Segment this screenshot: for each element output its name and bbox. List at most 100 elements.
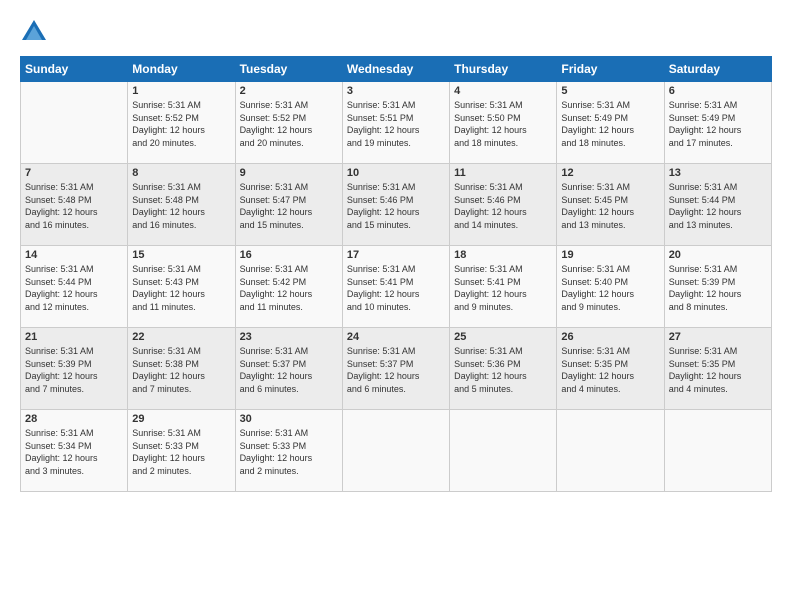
calendar-week-row: 21 Sunrise: 5:31 AM Sunset: 5:39 PM Dayli… bbox=[21, 328, 772, 410]
day-info: Sunrise: 5:31 AM Sunset: 5:43 PM Dayligh… bbox=[132, 263, 230, 313]
day-number: 19 bbox=[561, 249, 659, 261]
day-number: 1 bbox=[132, 85, 230, 97]
header bbox=[20, 18, 772, 46]
calendar-cell: 19 Sunrise: 5:31 AM Sunset: 5:40 PM Dayli… bbox=[557, 246, 664, 328]
day-number: 12 bbox=[561, 167, 659, 179]
day-number: 5 bbox=[561, 85, 659, 97]
calendar-cell: 13 Sunrise: 5:31 AM Sunset: 5:44 PM Dayli… bbox=[664, 164, 771, 246]
day-number: 25 bbox=[454, 331, 552, 343]
weekday-header: Friday bbox=[557, 57, 664, 82]
day-info: Sunrise: 5:31 AM Sunset: 5:47 PM Dayligh… bbox=[240, 181, 338, 231]
day-number: 23 bbox=[240, 331, 338, 343]
day-info: Sunrise: 5:31 AM Sunset: 5:52 PM Dayligh… bbox=[240, 99, 338, 149]
logo-icon bbox=[20, 18, 48, 46]
day-info: Sunrise: 5:31 AM Sunset: 5:48 PM Dayligh… bbox=[25, 181, 123, 231]
day-info: Sunrise: 5:31 AM Sunset: 5:42 PM Dayligh… bbox=[240, 263, 338, 313]
day-info: Sunrise: 5:31 AM Sunset: 5:39 PM Dayligh… bbox=[25, 345, 123, 395]
weekday-header: Thursday bbox=[450, 57, 557, 82]
calendar-cell: 11Sunrise: 5:31 AM Sunset: 5:46 PM Dayli… bbox=[450, 164, 557, 246]
calendar-cell: 12 Sunrise: 5:31 AM Sunset: 5:45 PM Dayli… bbox=[557, 164, 664, 246]
calendar-cell bbox=[557, 410, 664, 492]
weekday-header: Wednesday bbox=[342, 57, 449, 82]
calendar-cell bbox=[664, 410, 771, 492]
calendar-cell: 1Sunrise: 5:31 AM Sunset: 5:52 PM Daylig… bbox=[128, 82, 235, 164]
calendar-cell bbox=[450, 410, 557, 492]
calendar-cell: 26Sunrise: 5:31 AM Sunset: 5:35 PM Dayli… bbox=[557, 328, 664, 410]
weekday-header: Sunday bbox=[21, 57, 128, 82]
day-number: 11 bbox=[454, 167, 552, 179]
calendar-cell: 5 Sunrise: 5:31 AM Sunset: 5:49 PM Daylig… bbox=[557, 82, 664, 164]
calendar-cell: 20 Sunrise: 5:31 AM Sunset: 5:39 PM Dayli… bbox=[664, 246, 771, 328]
day-number: 26 bbox=[561, 331, 659, 343]
day-number: 9 bbox=[240, 167, 338, 179]
day-info: Sunrise: 5:31 AM Sunset: 5:39 PM Dayligh… bbox=[669, 263, 767, 313]
page: SundayMondayTuesdayWednesdayThursdayFrid… bbox=[0, 0, 792, 612]
calendar-cell: 18 Sunrise: 5:31 AM Sunset: 5:41 PM Dayli… bbox=[450, 246, 557, 328]
day-number: 6 bbox=[669, 85, 767, 97]
day-info: Sunrise: 5:31 AM Sunset: 5:46 PM Dayligh… bbox=[347, 181, 445, 231]
calendar-cell: 21 Sunrise: 5:31 AM Sunset: 5:39 PM Dayli… bbox=[21, 328, 128, 410]
calendar-table: SundayMondayTuesdayWednesdayThursdayFrid… bbox=[20, 56, 772, 492]
day-number: 18 bbox=[454, 249, 552, 261]
calendar-cell: 7 Sunrise: 5:31 AM Sunset: 5:48 PM Daylig… bbox=[21, 164, 128, 246]
calendar-header: SundayMondayTuesdayWednesdayThursdayFrid… bbox=[21, 57, 772, 82]
calendar-cell: 27 Sunrise: 5:31 AM Sunset: 5:35 PM Dayli… bbox=[664, 328, 771, 410]
day-info: Sunrise: 5:31 AM Sunset: 5:48 PM Dayligh… bbox=[132, 181, 230, 231]
day-number: 20 bbox=[669, 249, 767, 261]
day-info: Sunrise: 5:31 AM Sunset: 5:49 PM Dayligh… bbox=[669, 99, 767, 149]
day-number: 27 bbox=[669, 331, 767, 343]
day-number: 2 bbox=[240, 85, 338, 97]
day-info: Sunrise: 5:31 AM Sunset: 5:51 PM Dayligh… bbox=[347, 99, 445, 149]
day-info: Sunrise: 5:31 AM Sunset: 5:44 PM Dayligh… bbox=[669, 181, 767, 231]
calendar-cell: 8 Sunrise: 5:31 AM Sunset: 5:48 PM Daylig… bbox=[128, 164, 235, 246]
day-number: 13 bbox=[669, 167, 767, 179]
day-number: 30 bbox=[240, 413, 338, 425]
calendar-cell: 30 Sunrise: 5:31 AM Sunset: 5:33 PM Dayli… bbox=[235, 410, 342, 492]
weekday-row: SundayMondayTuesdayWednesdayThursdayFrid… bbox=[21, 57, 772, 82]
calendar-cell bbox=[21, 82, 128, 164]
day-info: Sunrise: 5:31 AM Sunset: 5:36 PM Dayligh… bbox=[454, 345, 552, 395]
day-info: Sunrise: 5:31 AM Sunset: 5:35 PM Dayligh… bbox=[669, 345, 767, 395]
day-number: 28 bbox=[25, 413, 123, 425]
day-number: 10 bbox=[347, 167, 445, 179]
calendar-cell bbox=[342, 410, 449, 492]
calendar-cell: 22 Sunrise: 5:31 AM Sunset: 5:38 PM Dayli… bbox=[128, 328, 235, 410]
day-info: Sunrise: 5:31 AM Sunset: 5:33 PM Dayligh… bbox=[240, 427, 338, 477]
day-number: 21 bbox=[25, 331, 123, 343]
day-number: 7 bbox=[25, 167, 123, 179]
day-number: 15 bbox=[132, 249, 230, 261]
calendar-week-row: 7 Sunrise: 5:31 AM Sunset: 5:48 PM Daylig… bbox=[21, 164, 772, 246]
calendar-cell: 2 Sunrise: 5:31 AM Sunset: 5:52 PM Daylig… bbox=[235, 82, 342, 164]
logo bbox=[20, 18, 52, 46]
day-info: Sunrise: 5:31 AM Sunset: 5:37 PM Dayligh… bbox=[240, 345, 338, 395]
day-number: 24 bbox=[347, 331, 445, 343]
calendar-cell: 10 Sunrise: 5:31 AM Sunset: 5:46 PM Dayli… bbox=[342, 164, 449, 246]
day-number: 16 bbox=[240, 249, 338, 261]
day-info: Sunrise: 5:31 AM Sunset: 5:34 PM Dayligh… bbox=[25, 427, 123, 477]
day-number: 17 bbox=[347, 249, 445, 261]
day-info: Sunrise: 5:31 AM Sunset: 5:33 PM Dayligh… bbox=[132, 427, 230, 477]
calendar-week-row: 14Sunrise: 5:31 AM Sunset: 5:44 PM Dayli… bbox=[21, 246, 772, 328]
calendar-cell: 24Sunrise: 5:31 AM Sunset: 5:37 PM Dayli… bbox=[342, 328, 449, 410]
calendar-cell: 29 Sunrise: 5:31 AM Sunset: 5:33 PM Dayli… bbox=[128, 410, 235, 492]
calendar-cell: 15 Sunrise: 5:31 AM Sunset: 5:43 PM Dayli… bbox=[128, 246, 235, 328]
day-number: 29 bbox=[132, 413, 230, 425]
day-number: 14 bbox=[25, 249, 123, 261]
calendar-cell: 3 Sunrise: 5:31 AM Sunset: 5:51 PM Daylig… bbox=[342, 82, 449, 164]
calendar-cell: 4Sunrise: 5:31 AM Sunset: 5:50 PM Daylig… bbox=[450, 82, 557, 164]
day-info: Sunrise: 5:31 AM Sunset: 5:38 PM Dayligh… bbox=[132, 345, 230, 395]
day-info: Sunrise: 5:31 AM Sunset: 5:40 PM Dayligh… bbox=[561, 263, 659, 313]
day-info: Sunrise: 5:31 AM Sunset: 5:41 PM Dayligh… bbox=[454, 263, 552, 313]
calendar-cell: 17 Sunrise: 5:31 AM Sunset: 5:41 PM Dayli… bbox=[342, 246, 449, 328]
weekday-header: Saturday bbox=[664, 57, 771, 82]
day-number: 8 bbox=[132, 167, 230, 179]
day-info: Sunrise: 5:31 AM Sunset: 5:49 PM Dayligh… bbox=[561, 99, 659, 149]
day-info: Sunrise: 5:31 AM Sunset: 5:41 PM Dayligh… bbox=[347, 263, 445, 313]
calendar-cell: 25 Sunrise: 5:31 AM Sunset: 5:36 PM Dayli… bbox=[450, 328, 557, 410]
calendar-cell: 9 Sunrise: 5:31 AM Sunset: 5:47 PM Daylig… bbox=[235, 164, 342, 246]
day-number: 22 bbox=[132, 331, 230, 343]
calendar-cell: 16 Sunrise: 5:31 AM Sunset: 5:42 PM Dayli… bbox=[235, 246, 342, 328]
day-info: Sunrise: 5:31 AM Sunset: 5:45 PM Dayligh… bbox=[561, 181, 659, 231]
calendar-cell: 28 Sunrise: 5:31 AM Sunset: 5:34 PM Dayli… bbox=[21, 410, 128, 492]
day-number: 3 bbox=[347, 85, 445, 97]
